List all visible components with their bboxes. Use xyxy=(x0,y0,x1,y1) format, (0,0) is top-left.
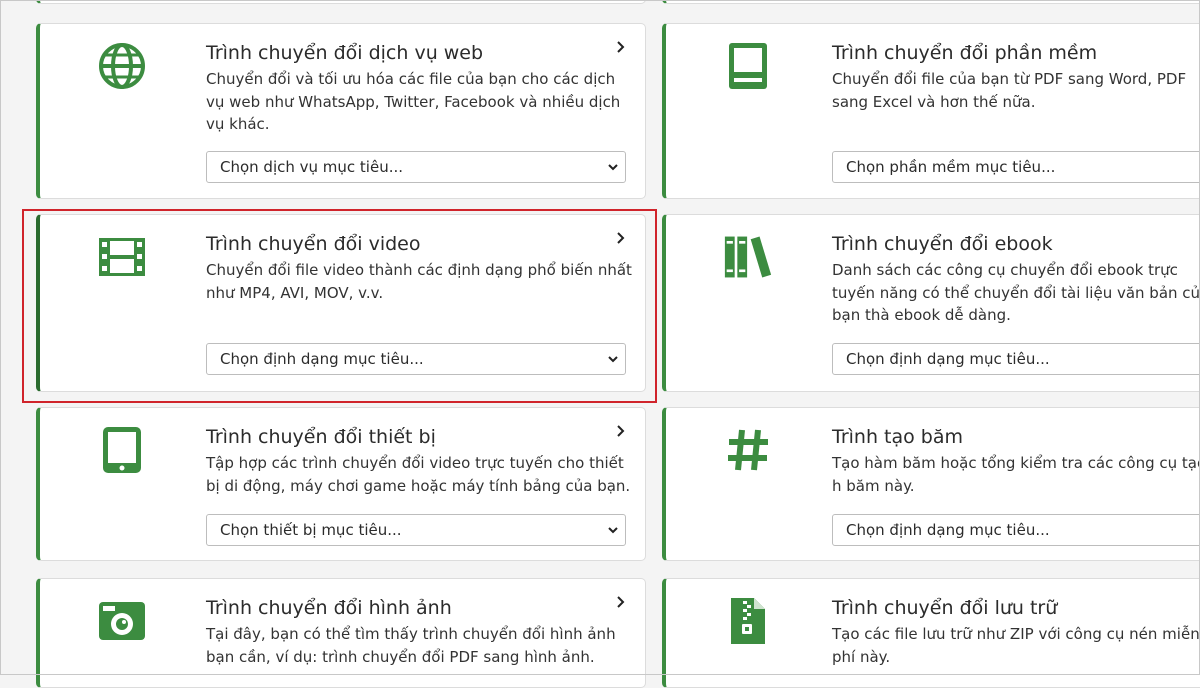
select-value: Chọn phần mềm mục tiêu... xyxy=(846,158,1056,176)
tablet-icon xyxy=(98,426,146,474)
card-description: Danh sách các công cụ chuyển đổi ebook t… xyxy=(832,261,1200,324)
target-service-select[interactable]: Chọn dịch vụ mục tiêu... xyxy=(206,151,626,183)
card-title[interactable]: Trình chuyển đổi ebook xyxy=(832,232,1200,256)
monitor-icon xyxy=(724,42,772,90)
card-device-converter[interactable]: Trình chuyển đổi thiết bị Tập hợp các tr… xyxy=(36,407,646,561)
hash-icon xyxy=(724,426,772,474)
select-value: Chọn thiết bị mục tiêu... xyxy=(220,521,402,539)
card-title[interactable]: Trình chuyển đổi dịch vụ web xyxy=(206,41,615,65)
card-description: Chuyển đổi và tối ưu hóa các file của bạ… xyxy=(206,70,621,133)
chevron-down-icon xyxy=(608,164,618,171)
select-value: Chọn định dạng mục tiêu... xyxy=(846,521,1050,539)
select-value: Chọn định dạng mục tiêu... xyxy=(846,350,1050,368)
chevron-right-icon[interactable] xyxy=(617,425,625,437)
card-title[interactable]: Trình chuyển đổi thiết bị xyxy=(206,425,615,449)
chevron-down-icon xyxy=(608,527,618,534)
card-description: Tại đây, bạn có thể tìm thấy trình chuyể… xyxy=(206,625,616,666)
camera-icon xyxy=(98,597,146,645)
previous-card-left xyxy=(36,0,646,4)
chevron-right-icon[interactable] xyxy=(617,232,625,244)
card-archive-converter[interactable]: Trình chuyển đổi lưu trữ Tạo các file lư… xyxy=(662,578,1200,688)
card-description: Tạo hàm băm hoặc tổng kiểm tra các công … xyxy=(832,454,1200,495)
select-value: Chọn dịch vụ mục tiêu... xyxy=(220,158,404,176)
target-hash-select[interactable]: Chọn định dạng mục tiêu... xyxy=(832,514,1200,546)
film-icon xyxy=(98,233,146,281)
card-video-converter[interactable]: Trình chuyển đổi video Chuyển đổi file v… xyxy=(36,214,646,392)
card-description: Tạo các file lưu trữ như ZIP với công cụ… xyxy=(832,625,1200,666)
card-web-service-converter[interactable]: Trình chuyển đổi dịch vụ web Chuyển đổi … xyxy=(36,23,646,199)
card-title[interactable]: Trình chuyển đổi phần mềm xyxy=(832,41,1200,65)
books-icon xyxy=(724,233,772,281)
target-software-select[interactable]: Chọn phần mềm mục tiêu... xyxy=(832,151,1200,183)
card-software-converter[interactable]: Trình chuyển đổi phần mềm Chuyển đổi fil… xyxy=(662,23,1200,199)
select-value: Chọn định dạng mục tiêu... xyxy=(220,350,424,368)
chevron-down-icon xyxy=(608,356,618,363)
card-title[interactable]: Trình chuyển đổi hình ảnh xyxy=(206,596,615,620)
card-description: Chuyển đổi file của bạn từ PDF sang Word… xyxy=(832,70,1187,111)
card-description: Tập hợp các trình chuyển đổi video trực … xyxy=(206,454,631,495)
card-title[interactable]: Trình chuyển đổi lưu trữ xyxy=(832,596,1200,620)
chevron-right-icon[interactable] xyxy=(617,596,625,608)
card-description: Chuyển đổi file video thành các định dạn… xyxy=(206,261,632,302)
target-device-select[interactable]: Chọn thiết bị mục tiêu... xyxy=(206,514,626,546)
zip-file-icon xyxy=(724,597,772,645)
card-image-converter[interactable]: Trình chuyển đổi hình ảnh Tại đây, bạn c… xyxy=(36,578,646,688)
card-title[interactable]: Trình tạo băm xyxy=(832,425,1200,449)
globe-icon xyxy=(98,42,146,90)
chevron-right-icon[interactable] xyxy=(617,41,625,53)
card-ebook-converter[interactable]: Trình chuyển đổi ebook Danh sách các côn… xyxy=(662,214,1200,392)
previous-card-right xyxy=(662,0,1200,4)
card-title[interactable]: Trình chuyển đổi video xyxy=(206,232,615,256)
card-hash-generator[interactable]: Trình tạo băm Tạo hàm băm hoặc tổng kiểm… xyxy=(662,407,1200,561)
target-format-select[interactable]: Chọn định dạng mục tiêu... xyxy=(206,343,626,375)
target-format-select[interactable]: Chọn định dạng mục tiêu... xyxy=(832,343,1200,375)
